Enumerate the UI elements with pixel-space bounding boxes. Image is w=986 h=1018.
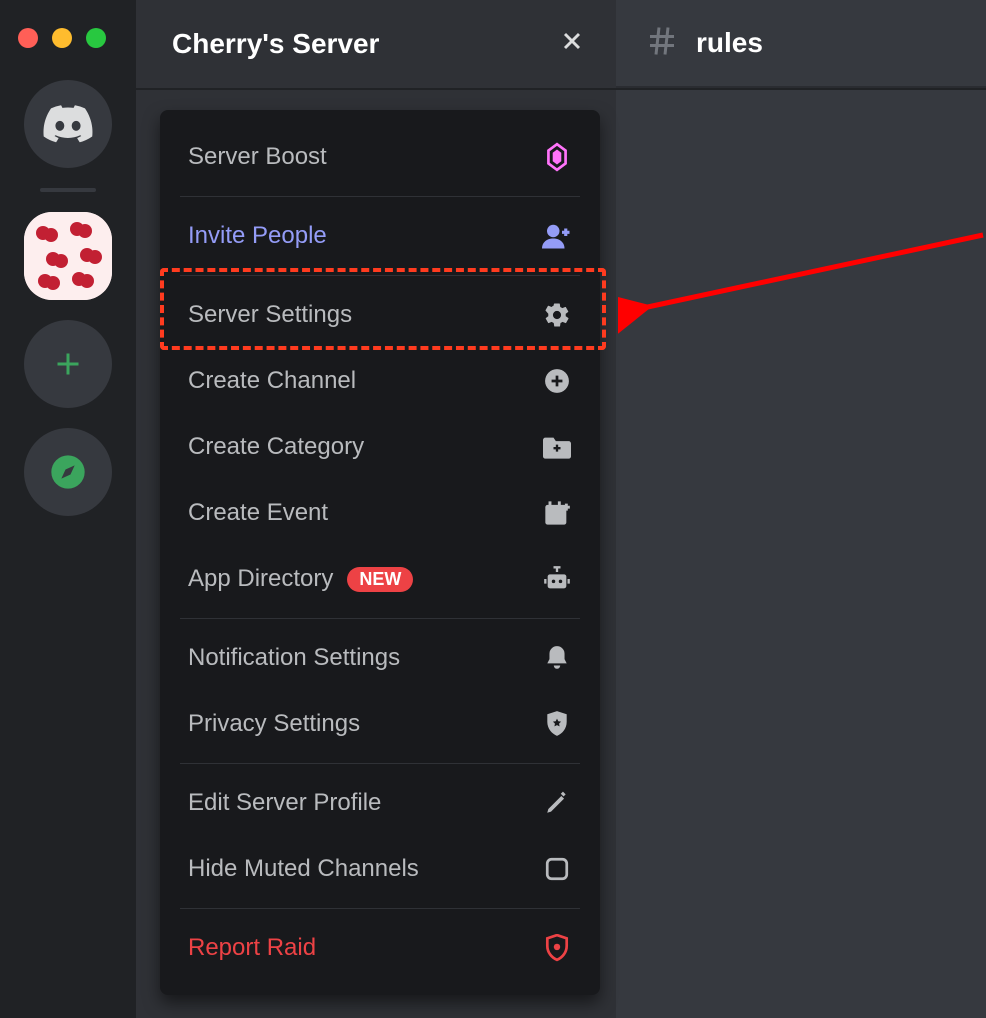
menu-label: Edit Server Profile (188, 789, 381, 817)
menu-item-edit-server-profile[interactable]: Edit Server Profile (160, 770, 600, 836)
menu-separator (180, 763, 580, 764)
menu-separator (180, 275, 580, 276)
menu-label: Hide Muted Channels (188, 855, 419, 883)
hash-icon (644, 23, 680, 64)
checkbox-empty-icon (542, 854, 572, 884)
menu-label: Create Category (188, 433, 364, 461)
rail-separator (40, 188, 96, 192)
home-button[interactable] (24, 80, 112, 168)
cherry-server-image (24, 212, 112, 300)
menu-item-create-category[interactable]: Create Category (160, 414, 600, 480)
header: Cherry's Server rules (136, 0, 986, 90)
close-window-button[interactable] (18, 28, 38, 48)
menu-item-server-settings[interactable]: Server Settings (160, 282, 600, 348)
bell-icon (542, 643, 572, 673)
invite-person-icon (542, 221, 572, 251)
menu-label: Server Settings (188, 301, 352, 329)
folder-plus-icon (542, 432, 572, 462)
menu-item-report-raid[interactable]: Report Raid (160, 915, 600, 981)
server-dropdown-menu: Server Boost Invite People Server Settin… (160, 110, 600, 995)
menu-label: Create Channel (188, 367, 356, 395)
menu-separator (180, 196, 580, 197)
pencil-icon (542, 788, 572, 818)
close-icon (558, 27, 586, 55)
channel-header: rules (616, 0, 986, 88)
compass-icon (48, 452, 88, 492)
menu-item-app-directory[interactable]: App Directory NEW (160, 546, 600, 612)
add-server-button[interactable] (24, 320, 112, 408)
minimize-window-button[interactable] (52, 28, 72, 48)
shield-alert-icon (542, 933, 572, 963)
menu-label: Privacy Settings (188, 710, 360, 738)
menu-label: Server Boost (188, 143, 327, 171)
close-menu-button[interactable] (558, 26, 586, 63)
shield-star-icon (542, 709, 572, 739)
menu-label: Report Raid (188, 934, 316, 962)
menu-separator (180, 908, 580, 909)
gear-icon (542, 300, 572, 330)
new-badge: NEW (347, 567, 413, 592)
menu-item-privacy-settings[interactable]: Privacy Settings (160, 691, 600, 757)
server-rail (0, 0, 136, 1018)
channel-name: rules (696, 27, 763, 59)
window-controls (18, 28, 106, 48)
menu-item-server-boost[interactable]: Server Boost (160, 124, 600, 190)
server-header[interactable]: Cherry's Server (136, 0, 616, 88)
menu-item-notification-settings[interactable]: Notification Settings (160, 625, 600, 691)
menu-label: Invite People (188, 222, 327, 250)
menu-item-create-channel[interactable]: Create Channel (160, 348, 600, 414)
menu-label: Create Event (188, 499, 328, 527)
explore-servers-button[interactable] (24, 428, 112, 516)
robot-icon (542, 564, 572, 594)
plus-circle-icon (542, 366, 572, 396)
menu-item-hide-muted-channels[interactable]: Hide Muted Channels (160, 836, 600, 902)
menu-item-invite-people[interactable]: Invite People (160, 203, 600, 269)
server-name: Cherry's Server (172, 28, 379, 60)
boost-gem-icon (542, 142, 572, 172)
menu-separator (180, 618, 580, 619)
server-icon-cherrys-server[interactable] (24, 212, 112, 300)
menu-label: App Directory (188, 565, 333, 593)
discord-logo-icon (43, 105, 93, 143)
menu-item-create-event[interactable]: Create Event (160, 480, 600, 546)
menu-label: Notification Settings (188, 644, 400, 672)
chat-panel (616, 90, 986, 1018)
plus-icon (50, 346, 86, 382)
calendar-plus-icon (542, 498, 572, 528)
maximize-window-button[interactable] (86, 28, 106, 48)
